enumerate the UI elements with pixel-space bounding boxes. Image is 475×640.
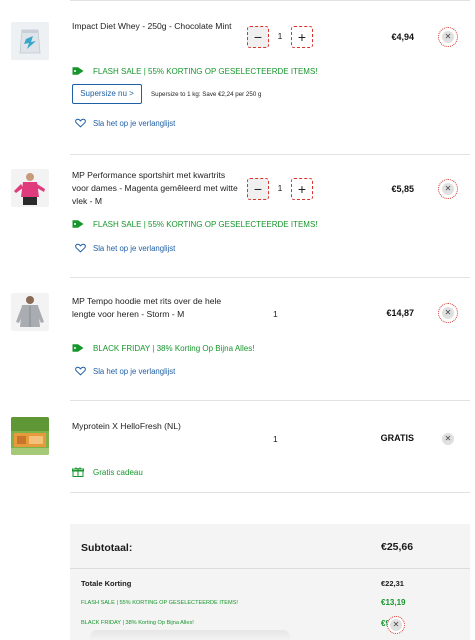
product-image-hellofresh[interactable] bbox=[11, 417, 49, 455]
promo-text: BLACK FRIDAY | 38% Korting Op Bijna Alle… bbox=[93, 343, 255, 353]
close-icon: ✕ bbox=[442, 183, 454, 195]
decrease-quantity-button[interactable]: − bbox=[247, 178, 269, 200]
quantity-stepper[interactable]: − 1 + bbox=[247, 176, 314, 202]
discount-row-label: BLACK FRIDAY | 38% Korting Op Bijna Alle… bbox=[81, 620, 194, 626]
wishlist-link[interactable]: Sla het op je verlanglijst bbox=[75, 366, 175, 376]
wishlist-text[interactable]: Sla het op je verlanglijst bbox=[93, 119, 175, 128]
quantity-stepper[interactable]: − 1 + bbox=[247, 24, 314, 50]
product-title[interactable]: MP Tempo hoodie met rits over de hele le… bbox=[72, 295, 242, 321]
item-divider-bottom bbox=[70, 492, 470, 493]
wishlist-link[interactable]: Sla het op je verlanglijst bbox=[75, 118, 175, 128]
item-price: GRATIS bbox=[380, 433, 414, 443]
tag-icon bbox=[72, 344, 84, 352]
discount-row-value: €13,19 bbox=[381, 598, 406, 607]
quantity-value: 1 bbox=[273, 309, 278, 319]
floating-bar-edge bbox=[90, 630, 290, 640]
promo-label: BLACK FRIDAY | 38% Korting Op Bijna Alle… bbox=[72, 343, 254, 353]
quantity-value[interactable]: 1 bbox=[269, 31, 291, 41]
total-discount-label: Totale Korting bbox=[81, 579, 132, 588]
item-divider bbox=[70, 400, 470, 401]
heart-icon bbox=[75, 366, 86, 376]
product-title[interactable]: MP Performance sportshirt met kwartrits … bbox=[72, 169, 242, 208]
discount-row-label: FLASH SALE | 55% KORTING OP GESELECTEERD… bbox=[81, 600, 238, 606]
supersize-button[interactable]: Supersize nu > bbox=[72, 84, 142, 104]
close-icon: ✕ bbox=[442, 307, 454, 319]
total-discount-value: €22,31 bbox=[381, 579, 404, 588]
promo-label: FLASH SALE | 55% KORTING OP GESELECTEERD… bbox=[72, 66, 318, 76]
product-title[interactable]: Myprotein X HelloFresh (NL) bbox=[72, 420, 242, 433]
quantity-value: 1 bbox=[273, 434, 278, 444]
subtotal-value: €25,66 bbox=[381, 541, 414, 553]
item-divider bbox=[70, 277, 470, 278]
gift-text: Gratis cadeau bbox=[93, 467, 143, 477]
remove-item-button[interactable]: ✕ bbox=[438, 303, 458, 323]
product-image-hoodie[interactable] bbox=[11, 293, 49, 331]
decrease-quantity-button[interactable]: − bbox=[247, 26, 269, 48]
increase-quantity-button[interactable]: + bbox=[291, 26, 313, 48]
gift-label: Gratis cadeau bbox=[72, 467, 143, 477]
wishlist-link[interactable]: Sla het op je verlanglijst bbox=[75, 243, 175, 253]
promo-text: FLASH SALE | 55% KORTING OP GESELECTEERD… bbox=[93, 66, 318, 76]
promo-label: FLASH SALE | 55% KORTING OP GESELECTEERD… bbox=[72, 219, 318, 229]
remove-item-button[interactable]: ✕ bbox=[438, 429, 458, 449]
product-image-whey[interactable] bbox=[11, 22, 49, 60]
gift-icon bbox=[72, 467, 84, 477]
item-price: €5,85 bbox=[391, 184, 414, 194]
close-icon: ✕ bbox=[442, 433, 454, 445]
quantity-value[interactable]: 1 bbox=[269, 183, 291, 193]
remove-item-button[interactable]: ✕ bbox=[438, 27, 458, 47]
item-price: €4,94 bbox=[391, 32, 414, 42]
remove-discount-button[interactable]: ✕ bbox=[387, 616, 405, 634]
item-price: €14,87 bbox=[386, 308, 414, 318]
promo-text: FLASH SALE | 55% KORTING OP GESELECTEERD… bbox=[93, 219, 318, 229]
supersize-note: Supersize to 1 kg: Save €2,24 per 250 g bbox=[151, 91, 262, 98]
tag-icon bbox=[72, 67, 84, 75]
close-icon: ✕ bbox=[390, 619, 402, 631]
remove-item-button[interactable]: ✕ bbox=[438, 179, 458, 199]
order-summary: Subtotaal: €25,66 Totale Korting €22,31 … bbox=[70, 524, 470, 640]
product-title[interactable]: Impact Diet Whey - 250g - Chocolate Mint bbox=[72, 20, 242, 33]
item-divider-top bbox=[70, 0, 470, 1]
wishlist-text[interactable]: Sla het op je verlanglijst bbox=[93, 367, 175, 376]
close-icon: ✕ bbox=[442, 31, 454, 43]
item-divider bbox=[70, 154, 470, 155]
increase-quantity-button[interactable]: + bbox=[291, 178, 313, 200]
subtotal-label: Subtotaal: bbox=[81, 542, 133, 554]
heart-icon bbox=[75, 243, 86, 253]
tag-icon bbox=[72, 220, 84, 228]
wishlist-text[interactable]: Sla het op je verlanglijst bbox=[93, 244, 175, 253]
heart-icon bbox=[75, 118, 86, 128]
summary-divider bbox=[70, 568, 470, 569]
product-image-top[interactable] bbox=[11, 169, 49, 207]
